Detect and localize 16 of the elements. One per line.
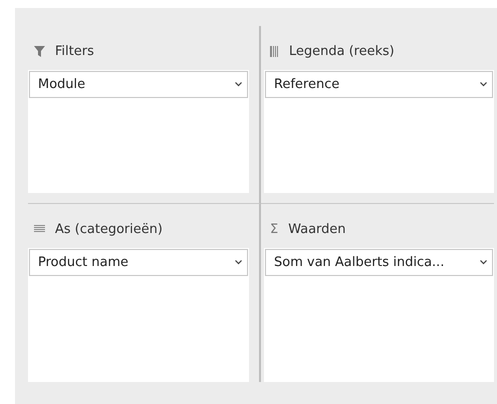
area-title: Legenda (reeks) — [289, 44, 394, 58]
area-title: Waarden — [288, 222, 346, 236]
filter-icon — [34, 46, 45, 56]
rows-icon — [34, 225, 45, 233]
chevron-down-icon — [480, 260, 487, 265]
chevron-down-icon — [235, 260, 242, 265]
area-title: As (categorieën) — [55, 222, 163, 236]
columns-icon — [270, 46, 279, 56]
field-dropdown[interactable]: Product name — [29, 249, 248, 276]
sigma-icon: Σ — [270, 222, 278, 236]
field-dropdown[interactable]: Module — [29, 71, 248, 98]
chevron-down-icon — [235, 82, 242, 87]
field-dropdown[interactable]: Reference — [265, 71, 493, 98]
area-title: Filters — [55, 44, 94, 58]
field-dropdown[interactable]: Som van Aalberts indica... — [265, 249, 493, 276]
chevron-down-icon — [480, 82, 487, 87]
